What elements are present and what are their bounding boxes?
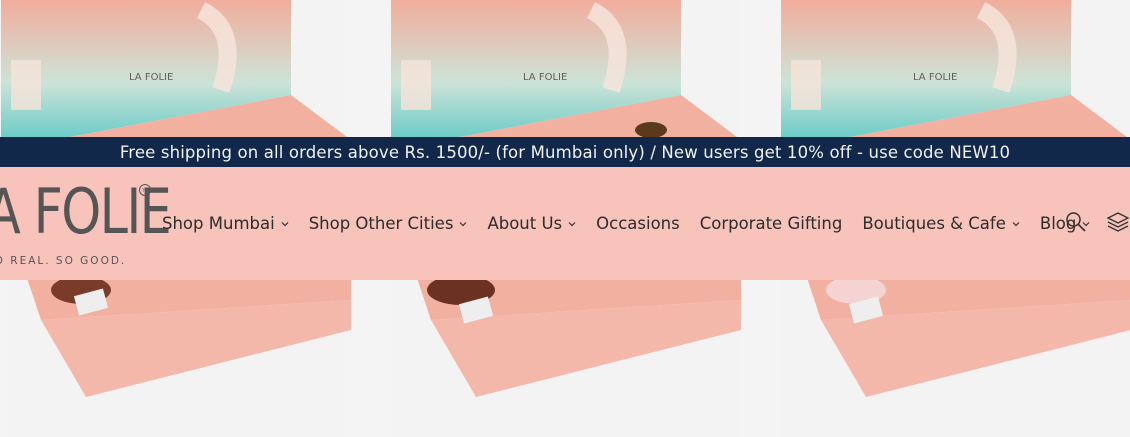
chevron-down-icon	[1012, 220, 1020, 228]
nav-item-shop-other-cities[interactable]: Shop Other Cities	[309, 214, 468, 233]
nav-item-label: Corporate Gifting	[699, 214, 843, 233]
announcement-text: Free shipping on all orders above Rs. 15…	[119, 142, 1011, 162]
nav-item-about-us[interactable]: About Us	[487, 214, 576, 233]
nav-item-corporate-gifting[interactable]: Corporate Gifting	[700, 214, 843, 233]
announcement-bar: Free shipping on all orders above Rs. 15…	[0, 137, 1130, 167]
logo-tagline: SO REAL. SO GOOD.	[0, 255, 127, 267]
chevron-down-icon	[281, 220, 289, 228]
site-header: A FOLIE TM SO REAL. SO GOOD. Shop Mumbai…	[0, 167, 1130, 280]
nav-item-label: Shop Other Cities	[308, 214, 454, 233]
nav-item-label: Occasions	[596, 214, 680, 233]
nav-item-occasions[interactable]: Occasions	[596, 214, 680, 233]
nav-item-shop-mumbai[interactable]: Shop Mumbai	[162, 214, 289, 233]
search-icon[interactable]	[1065, 211, 1087, 237]
nav-item-label: Shop Mumbai	[162, 214, 275, 233]
trademark-text: TM	[141, 188, 148, 193]
box-brand: LA FOLIE	[913, 72, 958, 83]
nav-item-boutiques-cafe[interactable]: Boutiques & Cafe	[862, 214, 1020, 233]
nav-item-label: About Us	[487, 214, 563, 233]
main-nav: Shop Mumbai Shop Other Cities About Us O…	[162, 167, 1110, 280]
chevron-down-icon	[568, 220, 576, 228]
box-brand: LA FOLIE	[129, 72, 174, 83]
box-brand: LA FOLIE	[523, 72, 568, 83]
nav-item-label: Boutiques & Cafe	[862, 214, 1006, 233]
layers-icon[interactable]	[1106, 211, 1130, 237]
chevron-down-icon	[459, 220, 467, 228]
trademark-icon: TM	[139, 184, 151, 196]
